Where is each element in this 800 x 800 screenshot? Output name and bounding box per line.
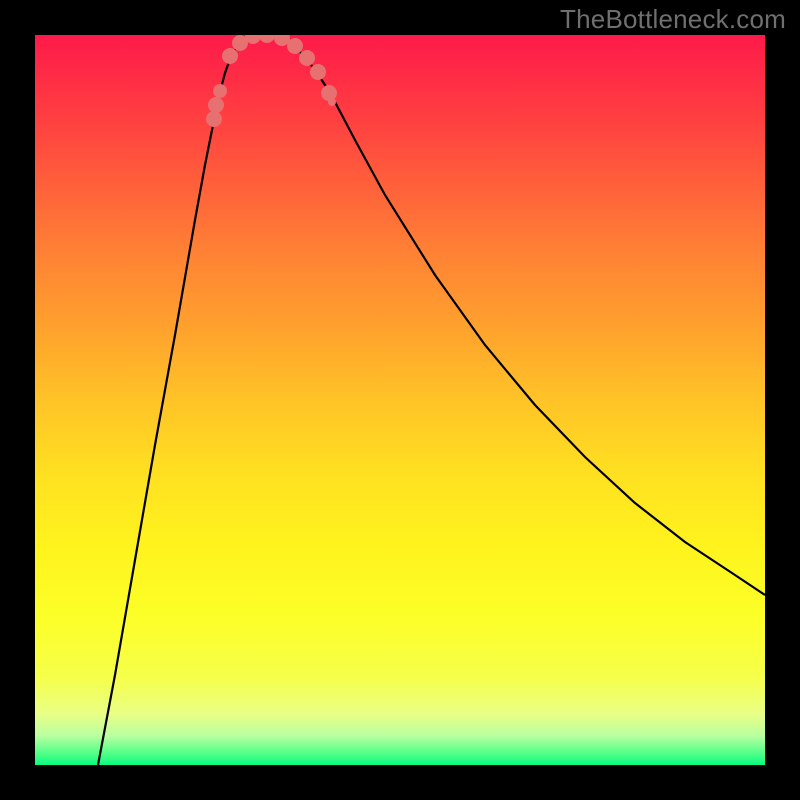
highlight-marker — [206, 111, 222, 127]
right-branch-line — [265, 35, 765, 595]
highlight-marker — [208, 97, 224, 113]
highlight-marker — [310, 64, 326, 80]
plot-area — [35, 35, 765, 765]
marker-group — [206, 35, 337, 127]
watermark-text: TheBottleneck.com — [560, 4, 786, 35]
highlight-marker — [213, 84, 227, 98]
highlight-marker — [222, 48, 238, 64]
curve-layer — [35, 35, 765, 765]
highlight-marker — [259, 35, 275, 43]
chart-container: TheBottleneck.com — [0, 0, 800, 800]
highlight-marker — [321, 85, 337, 101]
highlight-marker — [287, 38, 303, 54]
highlight-marker — [328, 98, 336, 106]
left-branch-line — [98, 35, 265, 765]
highlight-marker — [299, 50, 315, 66]
